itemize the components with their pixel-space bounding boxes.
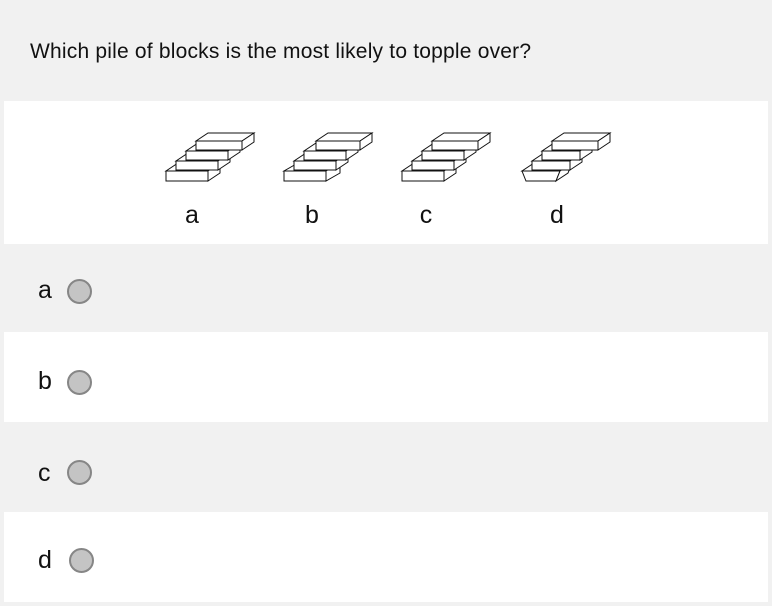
block-pile-b <box>282 132 374 182</box>
option-label: c <box>38 459 51 487</box>
answer-option-c[interactable]: c <box>4 422 768 512</box>
radio-button-c[interactable] <box>67 460 92 485</box>
question-text: Which pile of blocks is the most likely … <box>30 40 532 63</box>
option-label: a <box>38 276 52 304</box>
radio-button-b[interactable] <box>67 370 92 395</box>
block-pile-c <box>400 132 492 182</box>
block-pile-a <box>164 132 256 182</box>
answer-option-b[interactable]: b <box>4 332 768 422</box>
answer-option-d[interactable]: d <box>4 512 768 602</box>
figure-label-b: b <box>305 201 319 229</box>
option-label: b <box>38 367 52 395</box>
option-label: d <box>38 546 52 574</box>
figure-label-c: c <box>419 201 433 229</box>
question-header: Which pile of blocks is the most likely … <box>4 4 768 101</box>
block-pile-d <box>520 132 612 183</box>
block-piles-illustration <box>164 132 612 183</box>
figure-label-a: a <box>185 201 199 229</box>
answer-option-a[interactable]: a <box>4 244 768 332</box>
figure-label-d: d <box>550 201 564 229</box>
radio-button-d[interactable] <box>69 548 94 573</box>
block-piles-figure: a b c d <box>4 101 768 244</box>
quiz-card: Which pile of blocks is the most likely … <box>4 4 768 602</box>
radio-button-a[interactable] <box>67 279 92 304</box>
